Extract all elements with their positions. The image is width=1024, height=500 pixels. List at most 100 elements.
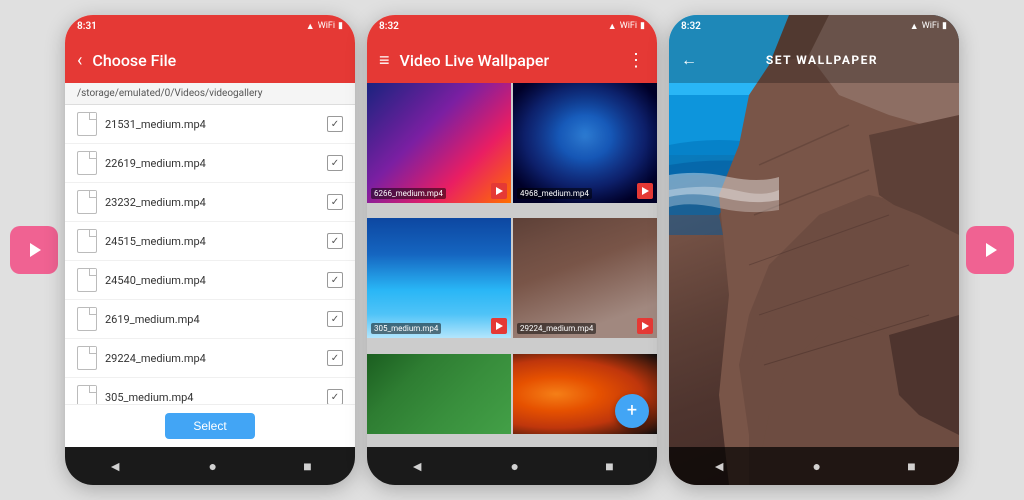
list-item[interactable]: 29224_medium.mp4	[65, 339, 355, 378]
battery-icon-2: ▮	[640, 21, 645, 31]
signal-icon: ▲	[306, 21, 315, 32]
wifi-icon: WiFi	[318, 21, 335, 31]
video-thumb-5[interactable]	[367, 354, 511, 434]
file-icon	[77, 385, 97, 404]
nav-bar-3: ◄ ● ■	[669, 447, 959, 485]
phone3-content: 8:32 ▲ WiFi ▮ ← SET WALLPAPER ◄	[669, 15, 959, 485]
wallpaper-area	[669, 83, 959, 447]
file-name: 29224_medium.mp4	[105, 352, 319, 365]
video-thumb-2[interactable]: 4968_medium.mp4	[513, 83, 657, 203]
file-checkbox[interactable]	[327, 389, 343, 404]
status-time-2: 8:32	[379, 21, 399, 32]
thumb-overlay-2	[513, 83, 657, 203]
file-name: 23232_medium.mp4	[105, 196, 319, 209]
toolbar-title-1: Choose File	[92, 51, 343, 70]
file-checkbox[interactable]	[327, 350, 343, 366]
list-item[interactable]: 305_medium.mp4	[65, 378, 355, 404]
battery-icon: ▮	[338, 21, 343, 31]
fab-add-button[interactable]: +	[615, 394, 649, 428]
file-name: 22619_medium.mp4	[105, 157, 319, 170]
toolbar-3: ← SET WALLPAPER	[669, 37, 959, 83]
file-name: 21531_medium.mp4	[105, 118, 319, 131]
video-play-3[interactable]	[491, 318, 507, 334]
left-side-icon	[10, 226, 58, 274]
video-label-1: 6266_medium.mp4	[371, 188, 446, 199]
nav-home-2[interactable]: ●	[510, 458, 518, 475]
nav-back-2[interactable]: ◄	[410, 458, 424, 475]
file-checkbox[interactable]	[327, 233, 343, 249]
file-icon	[77, 112, 97, 136]
nav-recent-2[interactable]: ■	[605, 458, 613, 475]
video-thumb-3[interactable]: 305_medium.mp4	[367, 218, 511, 338]
nav-bar-1: ◄ ● ■	[65, 447, 355, 485]
status-icons-2: ▲ WiFi ▮	[608, 21, 645, 32]
list-item[interactable]: 21531_medium.mp4	[65, 105, 355, 144]
file-checkbox[interactable]	[327, 155, 343, 171]
file-checkbox[interactable]	[327, 311, 343, 327]
file-checkbox[interactable]	[327, 116, 343, 132]
file-name: 24515_medium.mp4	[105, 235, 319, 248]
video-play-1[interactable]	[491, 183, 507, 199]
video-label-3: 305_medium.mp4	[371, 323, 441, 334]
status-time-3: 8:32	[681, 21, 701, 32]
wifi-icon-2: WiFi	[620, 21, 637, 31]
nav-recent-3[interactable]: ■	[907, 458, 915, 475]
list-item[interactable]: 22619_medium.mp4	[65, 144, 355, 183]
list-item[interactable]: 24540_medium.mp4	[65, 261, 355, 300]
list-item[interactable]: 24515_medium.mp4	[65, 222, 355, 261]
toolbar-2: ≡ Video Live Wallpaper ⋮	[367, 37, 657, 83]
file-checkbox[interactable]	[327, 272, 343, 288]
nav-home-1[interactable]: ●	[208, 458, 216, 475]
status-bar-2: 8:32 ▲ WiFi ▮	[367, 15, 657, 37]
status-bar-3: 8:32 ▲ WiFi ▮	[669, 15, 959, 37]
select-button[interactable]: Select	[165, 413, 254, 439]
wifi-icon-3: WiFi	[922, 21, 939, 31]
right-side-icon	[966, 226, 1014, 274]
nav-back-1[interactable]: ◄	[108, 458, 122, 475]
video-label-2: 4968_medium.mp4	[517, 188, 592, 199]
scene: 8:31 ▲ WiFi ▮ ‹ Choose File /storage/emu…	[0, 0, 1024, 500]
nav-bar-2: ◄ ● ■	[367, 447, 657, 485]
status-icons-1: ▲ WiFi ▮	[306, 21, 343, 32]
back-button-3[interactable]: ←	[681, 50, 697, 70]
file-icon	[77, 268, 97, 292]
signal-icon-3: ▲	[910, 21, 919, 32]
file-name: 2619_medium.mp4	[105, 313, 319, 326]
file-list: 21531_medium.mp4 22619_medium.mp4 23232_…	[65, 105, 355, 404]
select-btn-bar: Select	[65, 404, 355, 447]
nav-recent-1[interactable]: ■	[303, 458, 311, 475]
file-name: 24540_medium.mp4	[105, 274, 319, 287]
battery-icon-3: ▮	[942, 21, 947, 31]
status-time-1: 8:31	[77, 21, 97, 32]
file-icon	[77, 346, 97, 370]
play-icon-right	[978, 238, 1002, 262]
status-icons-3: ▲ WiFi ▮	[910, 21, 947, 32]
file-icon	[77, 307, 97, 331]
menu-button[interactable]: ≡	[379, 50, 390, 71]
more-button[interactable]: ⋮	[627, 50, 645, 71]
status-bar-1: 8:31 ▲ WiFi ▮	[65, 15, 355, 37]
phones-container: 8:31 ▲ WiFi ▮ ‹ Choose File /storage/emu…	[65, 15, 959, 485]
video-thumb-1[interactable]: 6266_medium.mp4	[367, 83, 511, 203]
toolbar-title-3: SET WALLPAPER	[697, 53, 947, 67]
video-label-4: 29224_medium.mp4	[517, 323, 596, 334]
signal-icon-2: ▲	[608, 21, 617, 32]
video-play-2[interactable]	[637, 183, 653, 199]
play-icon	[22, 238, 46, 262]
nav-home-3[interactable]: ●	[812, 458, 820, 475]
toolbar-1: ‹ Choose File	[65, 37, 355, 83]
phone-choose-file: 8:31 ▲ WiFi ▮ ‹ Choose File /storage/emu…	[65, 15, 355, 485]
back-button-1[interactable]: ‹	[77, 50, 82, 71]
video-play-4[interactable]	[637, 318, 653, 334]
file-icon	[77, 151, 97, 175]
video-thumb-6[interactable]: +	[513, 354, 657, 434]
file-name: 305_medium.mp4	[105, 391, 319, 404]
file-path: /storage/emulated/0/Videos/videogallery	[65, 83, 355, 105]
file-icon	[77, 190, 97, 214]
nav-back-3[interactable]: ◄	[712, 458, 726, 475]
phone-set-wallpaper: 8:32 ▲ WiFi ▮ ← SET WALLPAPER ◄	[669, 15, 959, 485]
list-item[interactable]: 2619_medium.mp4	[65, 300, 355, 339]
list-item[interactable]: 23232_medium.mp4	[65, 183, 355, 222]
video-thumb-4[interactable]: 29224_medium.mp4	[513, 218, 657, 338]
file-checkbox[interactable]	[327, 194, 343, 210]
